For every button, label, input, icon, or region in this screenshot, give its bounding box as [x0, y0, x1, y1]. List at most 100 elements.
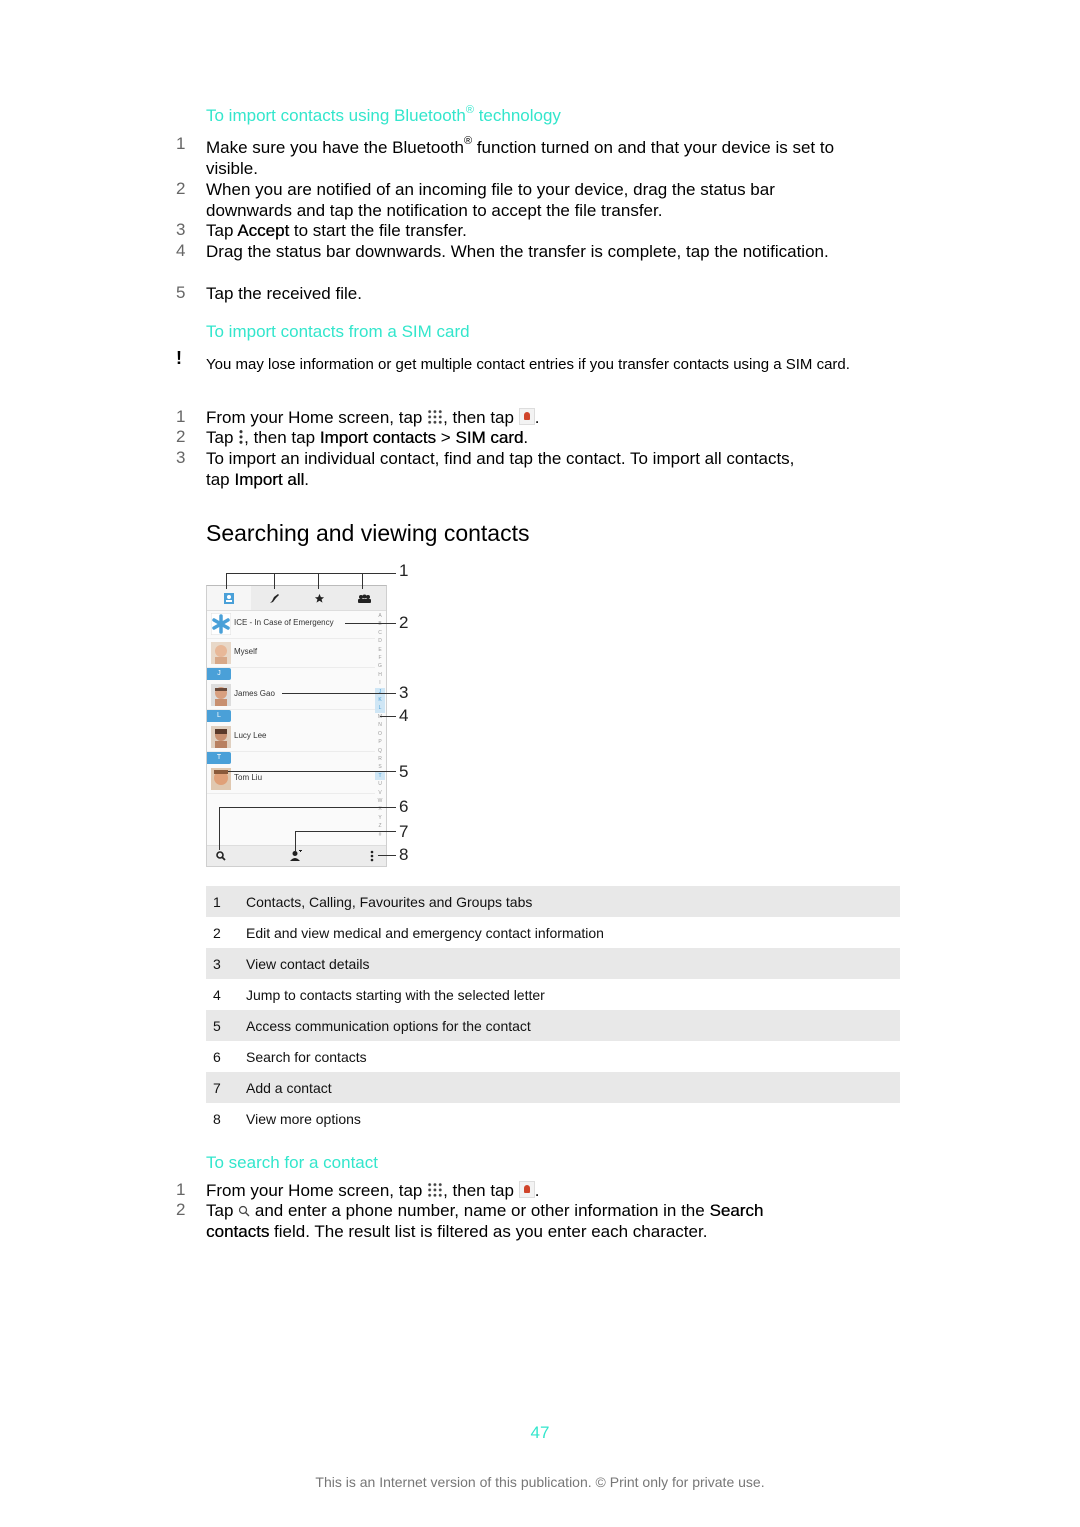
alphabet-letter[interactable]: H — [375, 671, 385, 679]
legend-row: 3 View contact details — [206, 948, 900, 979]
step-text: Drag the status bar downwards. When the … — [206, 242, 829, 261]
contact-name: ICE - In Case of Emergency — [234, 618, 334, 627]
search-icon[interactable] — [216, 851, 226, 861]
callout-line-8 — [378, 855, 396, 856]
callout-line-1 — [318, 573, 319, 589]
legend-row: 5 Access communication options for the co… — [206, 1010, 900, 1041]
callout-number: 7 — [399, 822, 409, 841]
letter-header: J — [207, 668, 231, 680]
apps-grid-icon — [427, 408, 444, 425]
apps-grid-icon — [427, 1181, 444, 1198]
step-number: 2 — [176, 1200, 186, 1219]
alphabet-letter[interactable]: M — [375, 713, 385, 721]
ui-term: Import contacts — [319, 428, 436, 447]
step-number: 2 — [176, 179, 186, 198]
legend-number: 1 — [213, 893, 221, 910]
alphabet-letter[interactable]: A — [375, 612, 385, 620]
alphabet-letter[interactable]: Q — [375, 747, 385, 755]
legend-row: 4 Jump to contacts starting with the sele… — [206, 979, 900, 1010]
step-text: Tap the received file. — [206, 284, 362, 303]
legend-description: Jump to contacts starting with the selec… — [246, 986, 545, 1003]
alphabet-letter[interactable]: U — [375, 780, 385, 788]
tab-bar — [207, 586, 386, 611]
footer-notice: This is an Internet version of this publ… — [315, 1474, 765, 1490]
alphabet-letter[interactable]: I — [375, 679, 385, 687]
legend-number: 8 — [213, 1110, 221, 1127]
callout-line-1 — [362, 573, 363, 589]
groups-icon — [357, 594, 371, 603]
legend-row: 1 Contacts, Calling, Favourites and Group… — [206, 886, 900, 917]
alphabet-letter[interactable]: L — [375, 704, 385, 713]
legend-number: 2 — [213, 924, 221, 941]
bottom-toolbar — [207, 845, 386, 866]
contact-row[interactable]: Myself — [207, 639, 375, 668]
step-text: Tap , then tap Import contacts > SIM car… — [206, 428, 529, 447]
callout-line-1 — [274, 573, 275, 589]
tab-contacts[interactable] — [207, 586, 251, 610]
callout-number: 8 — [399, 845, 409, 864]
alphabet-letter[interactable]: O — [375, 730, 385, 738]
callout-line-5 — [228, 771, 396, 772]
tab-favourites[interactable] — [297, 586, 341, 610]
contact-name: Lucy Lee — [234, 731, 267, 740]
avatar — [211, 684, 231, 706]
legend-row: 7 Add a contact — [206, 1072, 900, 1103]
callout-line-1 — [226, 573, 227, 589]
legend-description: Add a contact — [246, 1079, 332, 1096]
contact-row[interactable]: Lucy Lee — [207, 723, 375, 752]
alphabet-letter[interactable]: N — [375, 721, 385, 729]
step-text: Make sure you have the Bluetooth® functi… — [206, 135, 835, 179]
callout-line-7 — [295, 831, 296, 851]
legend-number: 4 — [213, 986, 221, 1003]
alphabet-letter[interactable]: Z — [375, 822, 385, 830]
step-number: 1 — [176, 407, 186, 426]
alphabet-letter[interactable]: G — [375, 662, 385, 670]
legend-description: View contact details — [246, 955, 370, 972]
alphabet-letter[interactable]: T — [375, 771, 385, 781]
callout-number: 5 — [399, 762, 409, 781]
callout-number: 3 — [399, 683, 409, 702]
callout-line-7 — [295, 831, 396, 832]
alphabet-letter[interactable]: D — [375, 637, 385, 645]
step-text: When you are notified of an incoming fil… — [206, 180, 775, 220]
callout-line-2 — [345, 623, 396, 624]
alphabet-letter[interactable]: R — [375, 755, 385, 763]
alphabet-letter[interactable]: Y — [375, 814, 385, 822]
alphabet-letter[interactable]: W — [375, 797, 385, 805]
alphabet-letter[interactable]: J — [375, 687, 385, 697]
callout-line-1 — [226, 573, 396, 574]
contact-row[interactable]: Tom Liu — [207, 765, 375, 794]
more-options-icon[interactable] — [370, 850, 374, 862]
legend-description: Access communication options for the con… — [246, 1017, 531, 1034]
bluetooth-heading: To import contacts using Bluetooth® tech… — [206, 104, 561, 126]
search-icon — [239, 1205, 250, 1216]
step-number: 4 — [176, 241, 186, 260]
add-contact-icon[interactable] — [290, 850, 302, 861]
section-title: Searching and viewing contacts — [206, 520, 530, 546]
step-number: 2 — [176, 427, 186, 446]
warning-icon: ! — [176, 348, 182, 368]
tab-calling[interactable] — [252, 586, 296, 610]
tab-groups[interactable] — [342, 586, 386, 610]
more-options-icon — [238, 428, 245, 445]
alphabet-letter[interactable]: F — [375, 654, 385, 662]
alphabet-letter[interactable]: C — [375, 629, 385, 637]
alphabet-index[interactable]: ABCDEFGHIJKLMNOPQRSTUVWXYZ# — [375, 612, 385, 839]
legend-description: View more options — [246, 1110, 361, 1127]
callout-number: 6 — [399, 797, 409, 816]
contact-row[interactable]: James Gao — [207, 681, 375, 710]
alphabet-letter[interactable]: E — [375, 646, 385, 654]
alphabet-letter[interactable]: K — [375, 696, 385, 705]
contact-name: James Gao — [234, 689, 275, 698]
step-text: From your Home screen, tap , then tap . — [206, 1181, 540, 1200]
callout-line-6 — [219, 807, 396, 808]
contact-row-ice[interactable]: ICE - In Case of Emergency — [207, 610, 375, 639]
alphabet-letter[interactable]: B — [375, 620, 385, 628]
legend-number: 7 — [213, 1079, 221, 1096]
letter-header: L — [207, 710, 231, 722]
ui-term: Accept — [237, 221, 290, 240]
alphabet-letter[interactable]: P — [375, 738, 385, 746]
legend-row: 6 Search for contacts — [206, 1041, 900, 1072]
step-text: Tap Accept to start the file transfer. — [206, 221, 467, 240]
alphabet-letter[interactable]: V — [375, 789, 385, 797]
